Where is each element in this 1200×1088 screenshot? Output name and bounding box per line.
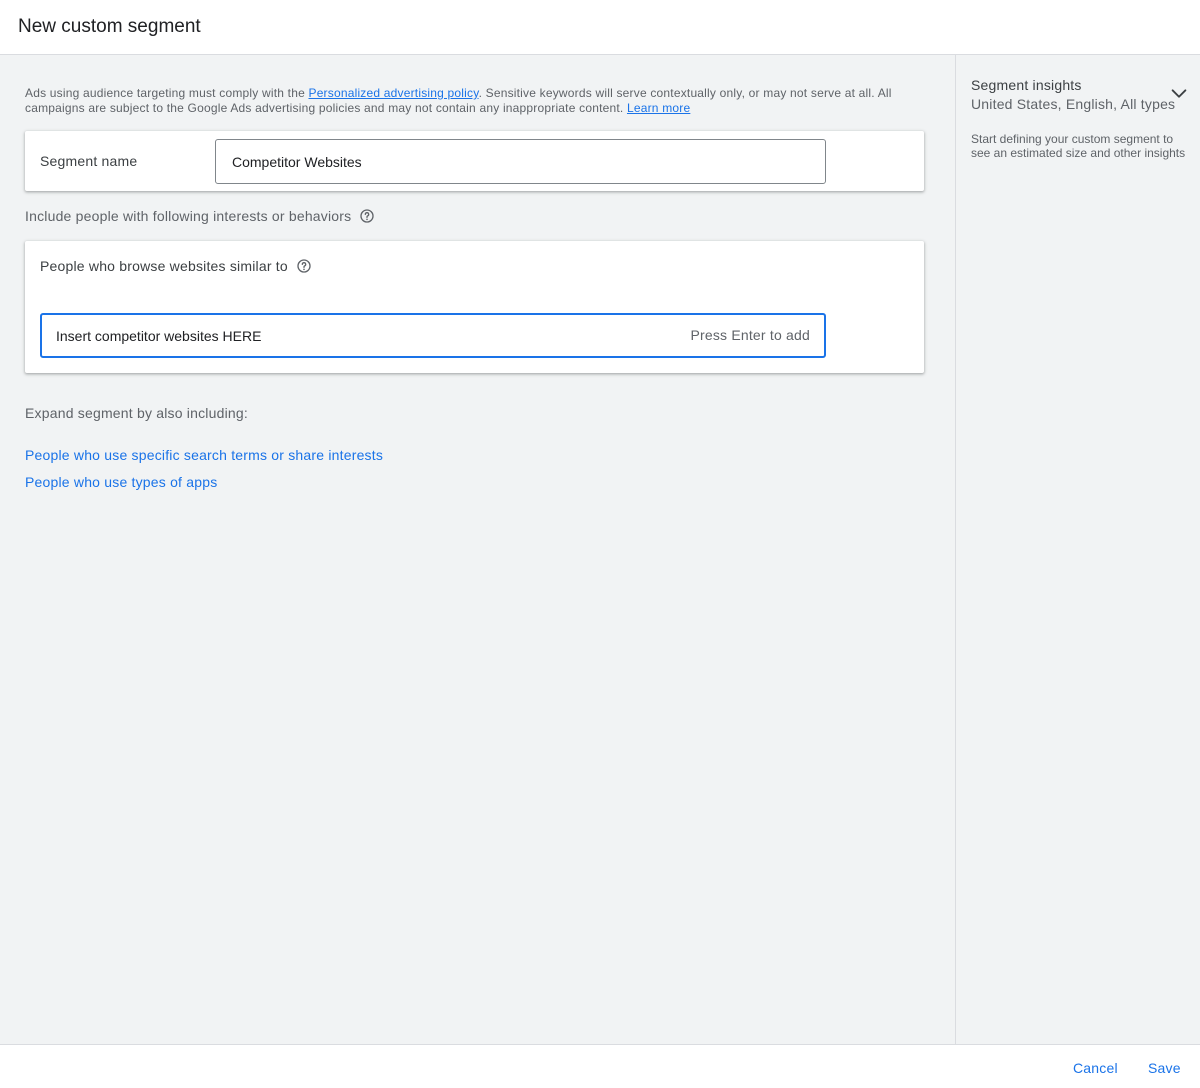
competitor-websites-input[interactable] bbox=[56, 315, 656, 356]
include-section-label: Include people with following interests … bbox=[25, 208, 375, 224]
personalized-advertising-policy-link[interactable]: Personalized advertising policy bbox=[308, 86, 478, 100]
insights-description: Start defining your custom segment to se… bbox=[971, 132, 1186, 160]
browse-label-text: People who browse websites similar to bbox=[40, 258, 288, 274]
help-circle-icon[interactable] bbox=[359, 208, 375, 224]
press-enter-hint: Press Enter to add bbox=[690, 327, 810, 343]
types-of-apps-link[interactable]: People who use types of apps bbox=[25, 474, 217, 490]
include-label-text: Include people with following interests … bbox=[25, 208, 352, 224]
main-panel: Ads using audience targeting must comply… bbox=[0, 55, 955, 1044]
dialog-header: New custom segment bbox=[0, 0, 1200, 55]
segment-insights-panel: Segment insights United States, English,… bbox=[955, 55, 1200, 1044]
browse-websites-card: People who browse websites similar to Pr… bbox=[25, 241, 924, 373]
search-terms-interests-link[interactable]: People who use specific search terms or … bbox=[25, 447, 383, 463]
insights-subtitle: United States, English, All types bbox=[971, 96, 1176, 112]
policy-text-1: Ads using audience targeting must comply… bbox=[25, 86, 309, 100]
segment-name-label: Segment name bbox=[40, 153, 138, 169]
help-circle-icon[interactable] bbox=[296, 258, 312, 274]
page-title: New custom segment bbox=[18, 16, 201, 37]
segment-name-input[interactable] bbox=[215, 139, 826, 184]
dialog-footer: Cancel Save bbox=[0, 1044, 1200, 1088]
competitor-websites-field[interactable]: Press Enter to add bbox=[40, 313, 826, 358]
chevron-down-icon[interactable] bbox=[1168, 83, 1190, 105]
segment-name-card: Segment name bbox=[25, 131, 924, 191]
save-button[interactable]: Save bbox=[1148, 1060, 1181, 1076]
cancel-button[interactable]: Cancel bbox=[1073, 1060, 1118, 1076]
policy-notice: Ads using audience targeting must comply… bbox=[25, 86, 930, 116]
insights-title: Segment insights bbox=[971, 77, 1082, 93]
learn-more-link[interactable]: Learn more bbox=[627, 101, 690, 115]
browse-label: People who browse websites similar to bbox=[40, 258, 312, 274]
expand-section-label: Expand segment by also including: bbox=[25, 405, 248, 421]
